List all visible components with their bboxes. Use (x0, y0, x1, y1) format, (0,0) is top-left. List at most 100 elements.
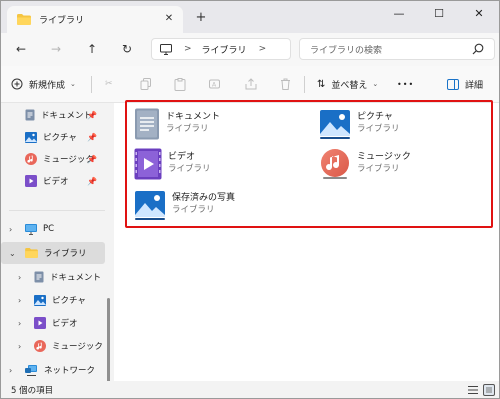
sort-label: 並べ替え (331, 80, 368, 91)
details-button[interactable]: 詳細 (447, 76, 483, 92)
sidebar-item-label: ドキュメント (41, 111, 93, 121)
navigation-pane: ドキュメント 📌 ピクチャ 📌 ミュージック 📌 ビデオ 📌 › PC ⌄ ライ… (1, 103, 114, 398)
monitor-icon (160, 43, 172, 55)
cut-icon: ✂ (105, 79, 113, 89)
chevron-down-icon: ⌄ (70, 80, 76, 88)
item-type: ライブラリ (357, 164, 400, 174)
back-button[interactable]: ← (13, 41, 29, 57)
pc-icon (25, 223, 37, 235)
sidebar-item-label: ビデオ (52, 319, 78, 329)
paste-icon (174, 77, 186, 91)
breadcrumb-separator-end[interactable]: > (259, 44, 267, 54)
more-options-button[interactable]: ••• (397, 76, 414, 92)
sidebar-item-pictures[interactable]: ピクチャ 📌 (1, 126, 105, 148)
item-name: ドキュメント (166, 112, 221, 122)
copy-button[interactable] (140, 76, 152, 92)
address-bar[interactable]: > ライブラリ > (151, 38, 291, 60)
sidebar-item-music[interactable]: ミュージック 📌 (1, 148, 105, 170)
sidebar-item-label: ミュージック (52, 342, 103, 352)
chevron-right-icon[interactable]: › (18, 273, 21, 282)
command-bar: 新規作成 ⌄ ✂ A ⇅ 並べ替え ⌄ ••• 詳細 (1, 66, 499, 103)
details-label: 詳細 (465, 80, 484, 91)
chevron-down-icon: ⌄ (372, 80, 379, 88)
trash-icon (281, 78, 290, 90)
cut-button[interactable]: ✂ (105, 76, 113, 92)
arrow-up-icon: ↑ (86, 42, 98, 56)
refresh-button[interactable]: ↻ (119, 41, 135, 57)
sidebar-item-label: ピクチャ (43, 133, 77, 143)
item-type: ライブラリ (357, 124, 400, 134)
breadcrumb-library[interactable]: ライブラリ (202, 43, 247, 56)
sort-icon: ⇅ (317, 78, 326, 90)
copy-icon (140, 78, 151, 90)
library-item-music[interactable]: ミュージック ライブラリ (319, 148, 411, 180)
library-item-saved-pictures[interactable]: 保存済みの写真 ライブラリ (134, 189, 235, 221)
sidebar-item-pictures-tree[interactable]: › ピクチャ (1, 289, 105, 311)
sidebar-item-music-tree[interactable]: › ミュージック (1, 335, 105, 357)
sidebar-item-videos[interactable]: ビデオ 📌 (1, 170, 105, 192)
sidebar-item-documents-tree[interactable]: › ドキュメント (1, 266, 105, 288)
search-icon (472, 43, 484, 55)
refresh-icon: ↻ (121, 42, 133, 56)
chevron-right-icon[interactable]: › (18, 319, 21, 328)
paste-button[interactable] (174, 76, 186, 92)
sidebar-item-label: ピクチャ (52, 296, 86, 306)
maximize-button[interactable]: ☐ (419, 1, 459, 29)
chevron-right-icon[interactable]: › (9, 225, 12, 234)
search-input[interactable]: ライブラリの検索 (299, 38, 495, 60)
sidebar-item-label: ビデオ (43, 177, 69, 187)
sidebar-item-network[interactable]: › ネットワーク (1, 359, 105, 381)
sidebar-item-label: PC (43, 224, 55, 234)
sidebar-item-label: ライブラリ (44, 249, 87, 259)
pictures-icon (25, 131, 37, 143)
folder-icon (25, 248, 38, 258)
saved-pictures-library-icon (135, 191, 165, 220)
pin-icon: 📌 (87, 154, 97, 164)
explorer-window: ライブラリ ✕ + — ☐ ✕ ← → ↑ ↻ > ライブラリ > ライブラリの… (0, 0, 500, 399)
sidebar-item-documents[interactable]: ドキュメント 📌 (1, 104, 105, 126)
item-name: ピクチャ (357, 112, 393, 122)
pictures-icon (34, 294, 46, 306)
chevron-down-icon[interactable]: ⌄ (9, 249, 16, 258)
pin-icon: 📌 (87, 176, 97, 186)
delete-button[interactable] (280, 76, 291, 92)
sidebar-item-videos-tree[interactable]: › ビデオ (1, 312, 105, 334)
sidebar-item-pc[interactable]: › PC (1, 218, 105, 240)
minimize-button[interactable]: — (379, 1, 419, 29)
library-item-videos[interactable]: ビデオ ライブラリ (134, 148, 211, 180)
new-label: 新規作成 (29, 80, 66, 91)
up-button[interactable]: ↑ (84, 41, 100, 57)
videos-library-icon (134, 148, 162, 180)
chevron-right-icon[interactable]: › (18, 342, 21, 351)
item-name: 保存済みの写真 (172, 193, 236, 203)
sort-button[interactable]: ⇅ 並べ替え ⌄ (317, 76, 378, 92)
new-button[interactable]: 新規作成 ⌄ (11, 76, 76, 92)
sidebar-item-library[interactable]: ⌄ ライブラリ (1, 242, 105, 264)
plus-circle-icon (11, 78, 23, 90)
close-button[interactable]: ✕ (459, 1, 499, 29)
chevron-right-icon[interactable]: › (9, 366, 12, 375)
divider (91, 76, 92, 93)
new-tab-button[interactable]: + (193, 10, 209, 26)
tiles-view-icon[interactable] (483, 384, 495, 396)
library-item-pictures[interactable]: ピクチャ ライブラリ (319, 108, 400, 140)
pin-icon: 📌 (87, 132, 97, 142)
forward-button[interactable]: → (48, 41, 64, 57)
documents-library-icon (135, 108, 159, 140)
divider (304, 76, 305, 93)
library-item-documents[interactable]: ドキュメント ライブラリ (134, 108, 220, 140)
tab-library[interactable]: ライブラリ ✕ (7, 6, 183, 33)
sidebar-item-label: ドキュメント (50, 273, 102, 283)
title-bar: ライブラリ ✕ + — ☐ ✕ (1, 1, 499, 33)
details-view-icon[interactable] (467, 384, 479, 396)
sidebar-divider (9, 210, 105, 211)
videos-icon (34, 317, 46, 329)
rename-button[interactable]: A (209, 76, 221, 92)
svg-text:A: A (212, 82, 217, 89)
share-button[interactable] (245, 76, 257, 92)
pin-icon: 📌 (87, 110, 97, 120)
chevron-right-icon[interactable]: › (18, 296, 21, 305)
breadcrumb-separator: > (184, 44, 192, 54)
tab-close-button[interactable]: ✕ (163, 13, 175, 25)
arrow-right-icon: → (50, 42, 62, 56)
